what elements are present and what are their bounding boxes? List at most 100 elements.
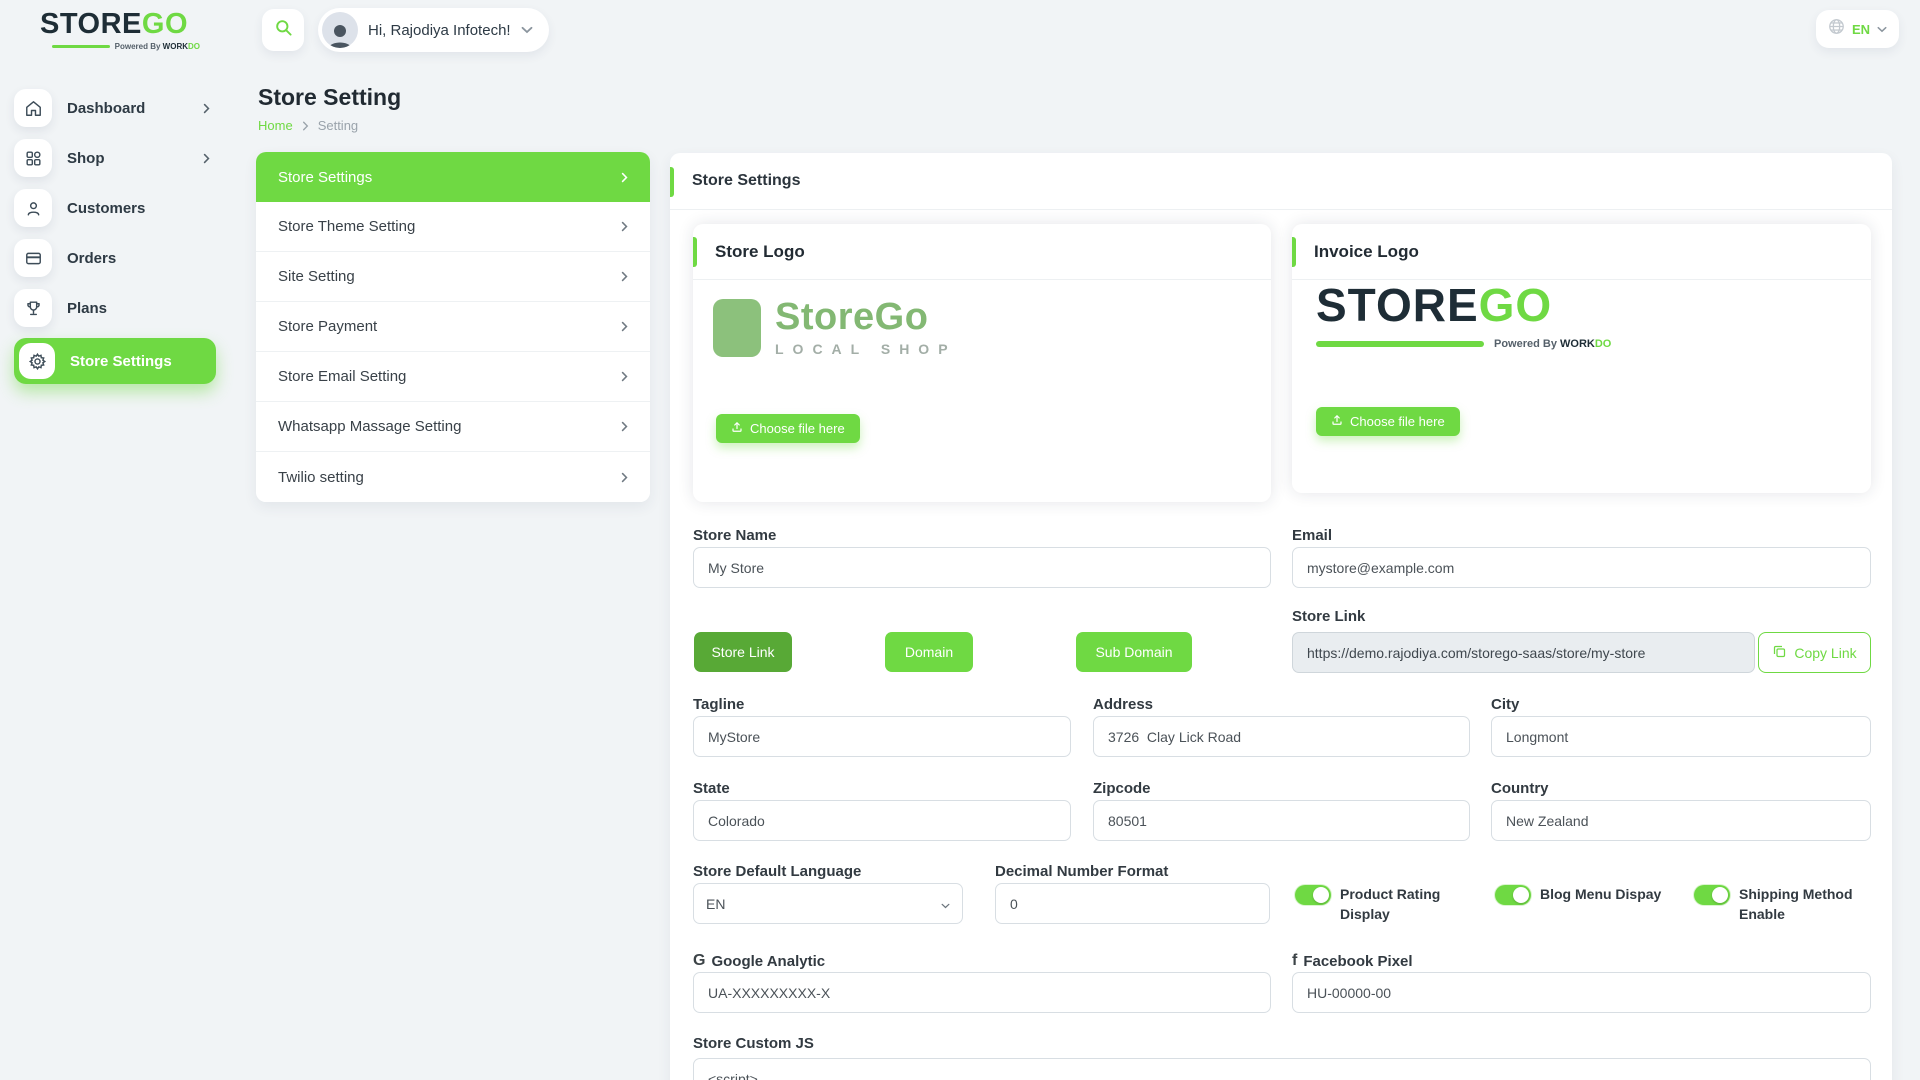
store-default-language-label: Store Default Language	[693, 863, 861, 880]
decimal-number-format-input[interactable]	[995, 883, 1270, 924]
chevron-right-icon	[621, 371, 628, 382]
card-header: Store Logo	[693, 224, 1271, 280]
grid-icon	[14, 139, 52, 177]
city-input[interactable]	[1491, 716, 1871, 757]
logo-powered-by: Powered By WORKDO	[40, 42, 200, 51]
country-input[interactable]	[1491, 800, 1871, 841]
store-name-label: Store Name	[693, 527, 776, 544]
user-menu[interactable]: Hi, Rajodiya Infotech!	[318, 8, 549, 52]
gear-icon	[19, 343, 55, 379]
upload-icon	[1331, 414, 1343, 429]
user-greeting: Hi, Rajodiya Infotech!	[368, 22, 511, 39]
breadcrumb-current: Setting	[318, 118, 358, 133]
menu-item-store-email-setting[interactable]: Store Email Setting	[256, 352, 650, 402]
sidebar-item-label: Dashboard	[67, 100, 145, 117]
breadcrumb-home-link[interactable]: Home	[258, 118, 293, 133]
facebook-pixel-input[interactable]	[1292, 972, 1871, 1013]
sidebar-item-store-settings[interactable]: Store Settings	[14, 338, 216, 384]
sidebar-item-shop[interactable]: Shop	[14, 138, 216, 178]
language-code: EN	[1852, 22, 1870, 37]
toggle-label: Shipping Method Enable	[1739, 884, 1854, 925]
chevron-right-icon	[203, 103, 210, 114]
store-name-input[interactable]	[693, 547, 1271, 588]
store-default-language-select[interactable]: EN	[693, 883, 963, 924]
store-custom-js-textarea[interactable]: <script>	[693, 1058, 1871, 1080]
invoice-logo-wordmark: STOREGO	[1316, 282, 1611, 328]
country-label: Country	[1491, 780, 1549, 797]
store-setting-page: STOREGO Powered By WORKDO Hi, Rajodiya I…	[0, 0, 1920, 1080]
menu-item-twilio-setting[interactable]: Twilio setting	[256, 452, 650, 502]
email-input[interactable]	[1292, 547, 1871, 588]
menu-item-store-payment[interactable]: Store Payment	[256, 302, 650, 352]
store-logo-card: Store Logo StoreGo LOCAL SHOP Choose fil…	[693, 224, 1271, 502]
menu-item-store-theme-setting[interactable]: Store Theme Setting	[256, 202, 650, 252]
invoice-logo-choose-file-button[interactable]: Choose file here	[1316, 407, 1460, 436]
menu-item-whatsapp-massage-setting[interactable]: Whatsapp Massage Setting	[256, 402, 650, 452]
settings-menu: Store Settings Store Theme Setting Site …	[256, 152, 650, 502]
store-link-button[interactable]: Store Link	[694, 632, 792, 672]
sidebar-item-label: Customers	[67, 200, 145, 217]
store-link-group: Copy Link	[1292, 632, 1871, 673]
user-icon	[14, 189, 52, 227]
chevron-right-icon	[203, 153, 210, 164]
sidebar-item-label: Plans	[67, 300, 107, 317]
google-icon: G	[693, 952, 705, 970]
google-analytic-label: G Google Analytic	[693, 952, 825, 970]
home-icon	[14, 89, 52, 127]
logo-underline	[1316, 341, 1484, 347]
language-selector[interactable]: EN	[1816, 10, 1899, 48]
panel-title: Store Settings	[692, 172, 800, 190]
menu-item-store-settings[interactable]: Store Settings	[256, 152, 650, 202]
zipcode-label: Zipcode	[1093, 780, 1151, 797]
blog-menu-toggle[interactable]	[1495, 885, 1531, 905]
zipcode-input[interactable]	[1093, 800, 1470, 841]
chevron-right-icon	[621, 472, 628, 483]
google-analytic-input[interactable]	[693, 972, 1271, 1013]
chevron-right-icon	[621, 172, 628, 183]
facebook-pixel-label: f Facebook Pixel	[1292, 952, 1413, 970]
sidebar-item-dashboard[interactable]: Dashboard	[14, 88, 216, 128]
powered-by-text: Powered By WORKDO	[1494, 338, 1611, 350]
invoice-logo-powered: Powered By WORKDO	[1316, 338, 1611, 350]
powered-by-text: Powered By WORKDO	[115, 42, 200, 51]
menu-item-label: Whatsapp Massage Setting	[278, 418, 461, 435]
toggle-knob	[1712, 887, 1728, 903]
sidebar-item-customers[interactable]: Customers	[14, 188, 216, 228]
state-input[interactable]	[693, 800, 1071, 841]
card-header: Invoice Logo	[1292, 224, 1871, 280]
sidebar-item-label: Orders	[67, 250, 116, 267]
menu-item-label: Store Theme Setting	[278, 218, 415, 235]
copy-link-button[interactable]: Copy Link	[1758, 632, 1871, 673]
trophy-icon	[14, 289, 52, 327]
store-logo-mark	[713, 299, 761, 357]
store-logo-name: StoreGo	[775, 298, 957, 336]
menu-item-label: Twilio setting	[278, 469, 364, 486]
address-input[interactable]	[1093, 716, 1470, 757]
choose-file-label: Choose file here	[1350, 414, 1445, 429]
tagline-input[interactable]	[693, 716, 1071, 757]
blog-menu-toggle-row: Blog Menu Dispay	[1495, 884, 1675, 905]
toggle-label: Blog Menu Dispay	[1540, 884, 1661, 904]
sidebar-item-orders[interactable]: Orders	[14, 238, 216, 278]
domain-button[interactable]: Domain	[885, 632, 973, 672]
menu-item-site-setting[interactable]: Site Setting	[256, 252, 650, 302]
selected-language: EN	[706, 896, 725, 912]
copy-icon	[1772, 644, 1787, 662]
search-button[interactable]	[262, 9, 304, 51]
toggle-label: Product Rating Display	[1340, 884, 1485, 925]
email-label: Email	[1292, 527, 1332, 544]
store-link-input[interactable]	[1292, 632, 1755, 673]
store-logo-choose-file-button[interactable]: Choose file here	[716, 414, 860, 443]
accent-bar	[670, 167, 674, 197]
product-rating-toggle[interactable]	[1295, 885, 1331, 905]
menu-item-label: Store Email Setting	[278, 368, 406, 385]
store-logo-image: StoreGo LOCAL SHOP	[713, 298, 957, 357]
logo-go-text: GO	[142, 8, 188, 40]
sub-domain-button[interactable]: Sub Domain	[1076, 632, 1192, 672]
sidebar-item-plans[interactable]: Plans	[14, 288, 216, 328]
shipping-method-toggle[interactable]	[1694, 885, 1730, 905]
menu-item-label: Site Setting	[278, 268, 355, 285]
toggle-knob	[1513, 887, 1529, 903]
logo-wordmark: STOREGO	[40, 10, 200, 39]
store-custom-js-label: Store Custom JS	[693, 1035, 814, 1052]
